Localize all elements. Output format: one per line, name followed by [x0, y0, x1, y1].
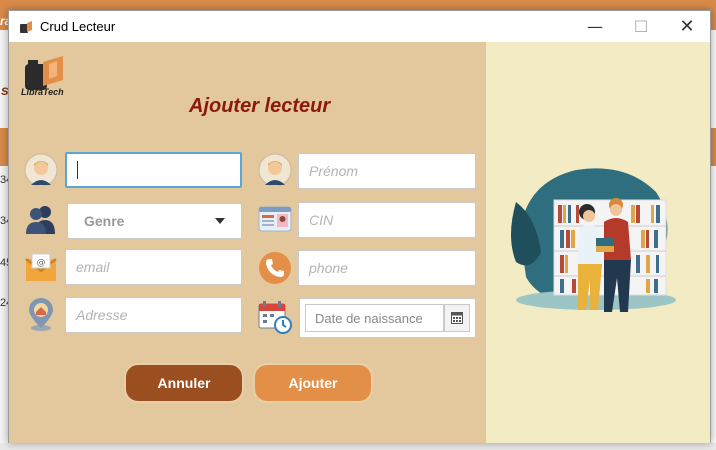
user-icon — [24, 153, 58, 187]
chevron-down-icon — [215, 218, 225, 224]
calendar-icon — [258, 301, 292, 334]
illustration-panel — [486, 42, 710, 443]
date-naissance-placeholder: Date de naissance — [315, 310, 423, 326]
group-icon — [26, 206, 55, 234]
background-footer — [0, 443, 716, 450]
minimize-icon: — — [587, 17, 603, 36]
mail-icon: @ — [25, 253, 57, 281]
location-icon — [29, 298, 53, 331]
id-card-icon — [258, 206, 292, 232]
close-icon: ✕ — [679, 16, 695, 37]
annuler-button[interactable]: Annuler — [124, 363, 244, 403]
email-placeholder: email — [76, 259, 110, 275]
form-title: Ajouter lecteur — [189, 95, 331, 117]
email-input[interactable]: email — [65, 249, 242, 285]
form-panel: LibraTech Ajouter lecteur Prénom Genre C… — [9, 42, 486, 443]
date-picker-button[interactable] — [444, 304, 470, 332]
title-bar[interactable]: Crud Lecteur — ☐ ✕ — [9, 11, 710, 42]
app-icon — [20, 21, 32, 33]
minimize-button[interactable]: — — [572, 11, 618, 42]
prenom-input[interactable]: Prénom — [298, 153, 476, 189]
library-illustration — [511, 168, 676, 312]
ajouter-button[interactable]: Ajouter — [253, 363, 373, 403]
crud-lecteur-window: Crud Lecteur — ☐ ✕ LibraTech Ajouter lec… — [8, 10, 711, 443]
date-naissance-picker[interactable]: Date de naissance — [299, 298, 476, 338]
text-caret — [77, 161, 78, 179]
calendar-grid-icon — [451, 312, 463, 324]
adresse-input[interactable]: Adresse — [65, 297, 242, 333]
phone-placeholder: phone — [309, 260, 348, 276]
genre-selected: Genre — [84, 213, 125, 229]
prenom-placeholder: Prénom — [309, 163, 359, 179]
logo-text: LibraTech — [21, 87, 64, 97]
phone-icon — [259, 252, 291, 284]
phone-input[interactable]: phone — [298, 250, 476, 286]
user-icon — [258, 153, 292, 187]
close-button[interactable]: ✕ — [664, 11, 710, 42]
date-naissance-field[interactable]: Date de naissance — [305, 304, 444, 332]
adresse-placeholder: Adresse — [76, 307, 128, 323]
cin-placeholder: CIN — [309, 212, 334, 228]
svg-text:@: @ — [37, 258, 46, 268]
cin-input[interactable]: CIN — [298, 202, 476, 238]
nom-input[interactable] — [65, 152, 242, 188]
maximize-button[interactable]: ☐ — [618, 11, 664, 42]
window-title: Crud Lecteur — [40, 19, 116, 34]
maximize-icon: ☐ — [633, 17, 649, 36]
genre-select[interactable]: Genre — [67, 203, 242, 239]
